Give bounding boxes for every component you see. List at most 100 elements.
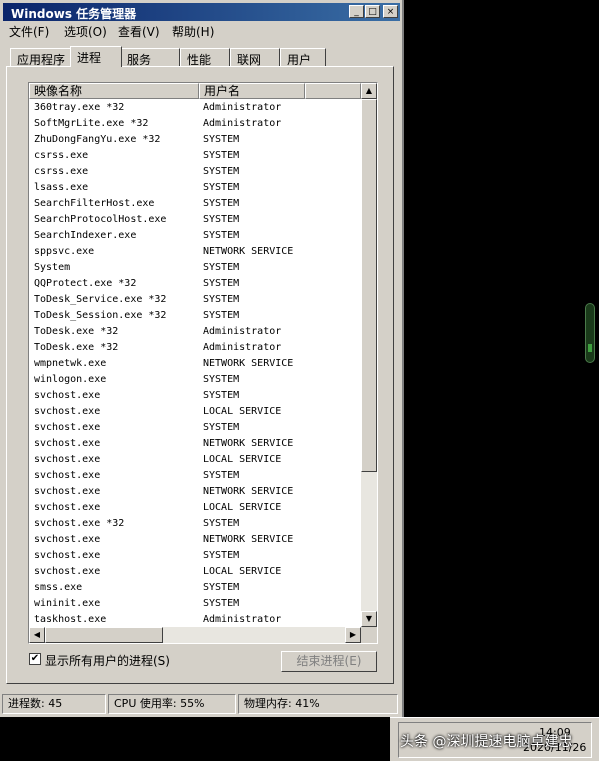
table-row[interactable]: wmpnetwk.exe NETWORK SERVICE: [29, 356, 361, 372]
scroll-right-icon[interactable]: ▶: [345, 627, 361, 643]
process-user-name: SYSTEM: [203, 422, 240, 433]
process-image-name: winlogon.exe: [34, 374, 107, 385]
process-image-name: svchost.exe: [34, 534, 101, 545]
hscroll-thumb[interactable]: [45, 627, 163, 643]
process-image-name: QQProtect.exe *32: [34, 278, 137, 289]
table-row[interactable]: System SYSTEM: [29, 260, 361, 276]
process-user-name: SYSTEM: [203, 374, 240, 385]
scroll-corner: [361, 627, 377, 643]
process-image-name: SearchIndexer.exe: [34, 230, 137, 241]
table-row[interactable]: SearchFilterHost.exe SYSTEM: [29, 196, 361, 212]
show-all-users-checkbox[interactable]: ✔: [29, 653, 41, 665]
table-row[interactable]: svchost.exe SYSTEM: [29, 420, 361, 436]
tab-strip: 应用程序 进程 服务 性能 联网 用户: [6, 46, 390, 67]
scroll-thumb[interactable]: [361, 99, 377, 472]
process-user-name: SYSTEM: [203, 470, 240, 481]
table-row[interactable]: svchost.exe LOCAL SERVICE: [29, 452, 361, 468]
table-row[interactable]: ToDesk_Session.exe *32 SYSTEM: [29, 308, 361, 324]
tab-services[interactable]: 服务: [120, 48, 180, 67]
table-row[interactable]: SoftMgrLite.exe *32 Administrator: [29, 116, 361, 132]
table-row[interactable]: wininit.exe SYSTEM: [29, 596, 361, 612]
table-row[interactable]: svchost.exe LOCAL SERVICE: [29, 564, 361, 580]
table-row[interactable]: smss.exe SYSTEM: [29, 580, 361, 596]
process-image-name: SearchProtocolHost.exe: [34, 214, 167, 225]
process-image-name: sppsvc.exe: [34, 246, 95, 257]
process-user-name: SYSTEM: [203, 262, 240, 273]
process-user-name: SYSTEM: [203, 230, 240, 241]
table-row[interactable]: ZhuDongFangYu.exe *32 SYSTEM: [29, 132, 361, 148]
process-image-name: smss.exe: [34, 582, 83, 593]
process-user-name: SYSTEM: [203, 550, 240, 561]
table-row[interactable]: svchost.exe LOCAL SERVICE: [29, 500, 361, 516]
process-image-name: ToDesk.exe *32: [34, 326, 119, 337]
tab-networking[interactable]: 联网: [230, 48, 280, 67]
process-user-name: SYSTEM: [203, 134, 240, 145]
table-row[interactable]: ToDesk.exe *32 Administrator: [29, 324, 361, 340]
scroll-down-icon[interactable]: ▼: [361, 611, 377, 627]
table-row[interactable]: svchost.exe SYSTEM: [29, 468, 361, 484]
table-row[interactable]: svchost.exe NETWORK SERVICE: [29, 532, 361, 548]
vertical-scrollbar[interactable]: ▲ ▼: [361, 83, 377, 627]
process-image-name: svchost.exe: [34, 550, 101, 561]
table-row[interactable]: SearchProtocolHost.exe SYSTEM: [29, 212, 361, 228]
minimize-button[interactable]: _: [349, 5, 364, 18]
side-panel-handle[interactable]: [585, 303, 595, 363]
process-image-name: svchost.exe: [34, 566, 101, 577]
tab-performance[interactable]: 性能: [180, 48, 230, 67]
tab-applications[interactable]: 应用程序: [10, 48, 72, 67]
tab-users[interactable]: 用户: [280, 48, 326, 67]
process-user-name: NETWORK SERVICE: [203, 534, 294, 545]
table-row[interactable]: ToDesk_Service.exe *32 SYSTEM: [29, 292, 361, 308]
horizontal-scrollbar[interactable]: ◀ ▶: [29, 627, 361, 643]
process-list[interactable]: 映像名称 用户名 360tray.exe *32 Administrator Sof…: [28, 82, 378, 644]
table-row[interactable]: svchost.exe SYSTEM: [29, 548, 361, 564]
close-button[interactable]: ×: [383, 5, 398, 18]
process-user-name: Administrator: [203, 102, 282, 113]
status-bar: 进程数: 45 CPU 使用率: 55% 物理内存: 41%: [0, 694, 400, 714]
column-image-name[interactable]: 映像名称: [29, 83, 199, 99]
show-all-users-label[interactable]: 显示所有用户的进程(S): [45, 652, 170, 669]
table-row[interactable]: ToDesk.exe *32 Administrator: [29, 340, 361, 356]
table-row[interactable]: SearchIndexer.exe SYSTEM: [29, 228, 361, 244]
process-image-name: svchost.exe: [34, 406, 101, 417]
scroll-left-icon[interactable]: ◀: [29, 627, 45, 643]
process-user-name: SYSTEM: [203, 294, 240, 305]
menu-help[interactable]: 帮助(H): [172, 23, 214, 40]
table-row[interactable]: sppsvc.exe NETWORK SERVICE: [29, 244, 361, 260]
scroll-up-icon[interactable]: ▲: [361, 83, 377, 99]
tab-processes[interactable]: 进程: [70, 46, 122, 67]
process-image-name: ToDesk_Session.exe *32: [34, 310, 167, 321]
table-row[interactable]: winlogon.exe SYSTEM: [29, 372, 361, 388]
process-image-name: wmpnetwk.exe: [34, 358, 107, 369]
process-user-name: Administrator: [203, 118, 282, 129]
table-row[interactable]: 360tray.exe *32 Administrator: [29, 100, 361, 116]
column-user-name[interactable]: 用户名: [199, 83, 305, 99]
process-user-name: Administrator: [203, 342, 282, 353]
table-row[interactable]: svchost.exe *32 SYSTEM: [29, 516, 361, 532]
process-rows: 360tray.exe *32 Administrator SoftMgrLite.…: [29, 100, 361, 628]
table-row[interactable]: taskhost.exe Administrator: [29, 612, 361, 628]
table-row[interactable]: QQProtect.exe *32 SYSTEM: [29, 276, 361, 292]
table-row[interactable]: svchost.exe NETWORK SERVICE: [29, 436, 361, 452]
menu-view[interactable]: 查看(V): [118, 23, 160, 40]
table-row[interactable]: csrss.exe SYSTEM: [29, 164, 361, 180]
table-row[interactable]: svchost.exe LOCAL SERVICE: [29, 404, 361, 420]
process-image-name: SearchFilterHost.exe: [34, 198, 155, 209]
window-title: Windows 任务管理器: [11, 7, 137, 21]
process-user-name: SYSTEM: [203, 390, 240, 401]
process-user-name: LOCAL SERVICE: [203, 406, 282, 417]
table-row[interactable]: csrss.exe SYSTEM: [29, 148, 361, 164]
process-image-name: svchost.exe *32: [34, 518, 125, 529]
menu-file[interactable]: 文件(F): [9, 23, 49, 40]
table-row[interactable]: svchost.exe NETWORK SERVICE: [29, 484, 361, 500]
table-row[interactable]: svchost.exe SYSTEM: [29, 388, 361, 404]
menu-options[interactable]: 选项(O): [64, 23, 107, 40]
watermark-text: 头条 @深圳提速电脑卓建忠: [400, 734, 573, 750]
process-image-name: svchost.exe: [34, 470, 101, 481]
column-filler: [305, 83, 361, 99]
process-image-name: System: [34, 262, 71, 273]
maximize-button[interactable]: □: [365, 5, 380, 18]
title-bar[interactable]: Windows 任务管理器 _ □ ×: [3, 3, 400, 21]
table-row[interactable]: lsass.exe SYSTEM: [29, 180, 361, 196]
end-process-button[interactable]: 结束进程(E): [281, 651, 377, 672]
